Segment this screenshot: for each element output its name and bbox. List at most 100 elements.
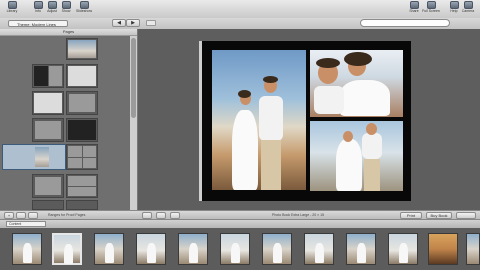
- scrollbar-thumb[interactable]: [131, 38, 136, 118]
- slideshow-button[interactable]: Slideshow: [70, 1, 98, 17]
- photo-thumbnail[interactable]: [12, 233, 42, 265]
- page-thumbnail[interactable]: [66, 91, 98, 115]
- page-layout-cell: [68, 146, 82, 157]
- page-photo-placeholder: [35, 147, 49, 167]
- page-layout-cell: [68, 187, 96, 196]
- bride-figure: [64, 244, 73, 264]
- photo-frame-bottom-right[interactable]: [310, 121, 403, 191]
- page-layout-cell: [35, 177, 61, 195]
- print-button[interactable]: Print: [400, 212, 422, 219]
- zoom-button[interactable]: [170, 212, 180, 219]
- page-layout-cell: [83, 158, 96, 168]
- settings-button[interactable]: [456, 212, 476, 219]
- bride-figure: [189, 243, 198, 263]
- page-thumbnail-selected[interactable]: [2, 144, 66, 170]
- bride-hair: [238, 90, 251, 98]
- bride-dress: [340, 80, 390, 116]
- content-selector[interactable]: Content: [6, 221, 46, 227]
- bride-figure: [315, 243, 324, 263]
- page-thumbnail[interactable]: [66, 64, 98, 88]
- bride-figure: [399, 243, 408, 263]
- theme-selector[interactable]: Theme: Modern Lines: [8, 20, 68, 27]
- pages-list[interactable]: [0, 36, 130, 210]
- photo-thumbnail[interactable]: [346, 233, 376, 265]
- camera-icon: [463, 1, 473, 9]
- library-icon: [7, 1, 17, 9]
- main-toolbar: Library Info Adjust Show Slideshow Share…: [0, 0, 480, 19]
- page-layout-cell: [68, 176, 96, 186]
- fullscreen-icon: [426, 1, 436, 9]
- remove-page-button[interactable]: [28, 212, 38, 219]
- layout-button[interactable]: [142, 212, 152, 219]
- photo-thumbnail[interactable]: [304, 233, 334, 265]
- bride-figure: [23, 243, 32, 263]
- photo-thumbnail[interactable]: [388, 233, 418, 265]
- photo-thumbnail[interactable]: [262, 233, 292, 265]
- library-label: Library: [6, 9, 18, 13]
- groom-shirt: [259, 96, 283, 141]
- groom-pants: [261, 140, 281, 190]
- pages-scrollbar[interactable]: [130, 36, 137, 210]
- page-thumbnail[interactable]: [66, 38, 98, 60]
- search-input[interactable]: [360, 19, 450, 27]
- page-thumbnail[interactable]: [66, 144, 98, 170]
- page-thumbnail[interactable]: [66, 118, 98, 142]
- photo-thumbnail-selected[interactable]: [52, 233, 82, 265]
- pages-header: Pages: [0, 29, 137, 36]
- page-layout-cell: [68, 66, 96, 86]
- groom-shirt: [362, 133, 382, 159]
- page-layout-cell: [68, 158, 82, 168]
- photo-thumbnail[interactable]: [178, 233, 208, 265]
- page-options-button[interactable]: [16, 212, 26, 219]
- page-thumbnail[interactable]: [32, 91, 64, 115]
- slideshow-icon: [79, 1, 89, 9]
- page-info-text: Ranges for Proof Pages: [48, 213, 86, 217]
- photo-thumbnail[interactable]: [136, 233, 166, 265]
- groom-pants: [364, 159, 380, 191]
- buy-book-button[interactable]: Buy Book: [426, 212, 452, 219]
- page-thumbnail[interactable]: [66, 200, 98, 210]
- photo-thumbnail[interactable]: [428, 233, 458, 265]
- photo-frame-top-right[interactable]: [310, 50, 403, 117]
- page-layout-cell: [34, 66, 48, 86]
- page-thumbnail[interactable]: [32, 200, 64, 210]
- page-layout-cell: [34, 93, 62, 113]
- camera-label: Camera: [461, 9, 475, 13]
- prev-page-button[interactable]: ◀: [112, 19, 126, 27]
- add-page-button[interactable]: +: [4, 212, 14, 219]
- page-photo-placeholder: [68, 40, 96, 58]
- photo-thumbnail[interactable]: [466, 233, 480, 265]
- bride-figure: [357, 243, 366, 263]
- groom-face: [366, 123, 377, 135]
- library-button[interactable]: Library: [2, 1, 22, 17]
- bride-figure: [232, 110, 258, 190]
- bride-figure: [336, 139, 362, 191]
- photo-browser-strip[interactable]: [0, 228, 480, 270]
- page-thumbnail[interactable]: [32, 118, 64, 142]
- groom-hair: [263, 76, 278, 83]
- bride-figure: [231, 243, 240, 263]
- bride-face: [343, 131, 353, 142]
- photo-thumbnail[interactable]: [94, 233, 124, 265]
- share-icon: [409, 1, 419, 9]
- fullscreen-button[interactable]: Full Screen: [420, 1, 442, 17]
- pages-pane: Pages: [0, 29, 138, 210]
- bride-figure: [147, 243, 156, 263]
- page-layout-cell: [68, 120, 96, 140]
- fullscreen-label: Full Screen: [422, 9, 440, 13]
- bride-figure: [105, 243, 114, 263]
- layout-alt-button[interactable]: [156, 212, 166, 219]
- view-mode-button[interactable]: [146, 20, 156, 26]
- book-control-bar: + Ranges for Proof Pages Photo Book Extr…: [0, 210, 480, 220]
- bride-figure: [273, 243, 282, 263]
- book-status-text: Photo Book Extra Large - 20 × 15: [272, 213, 325, 217]
- page-layout-cell: [35, 121, 61, 139]
- page-thumbnail[interactable]: [66, 174, 98, 198]
- camera-button[interactable]: Camera: [458, 1, 478, 17]
- page-layout-cell: [49, 66, 62, 86]
- page-thumbnail[interactable]: [32, 64, 64, 88]
- next-page-button[interactable]: ▶: [126, 19, 140, 27]
- page-thumbnail[interactable]: [32, 174, 64, 198]
- photo-frame-left[interactable]: [212, 50, 306, 190]
- photo-thumbnail[interactable]: [220, 233, 250, 265]
